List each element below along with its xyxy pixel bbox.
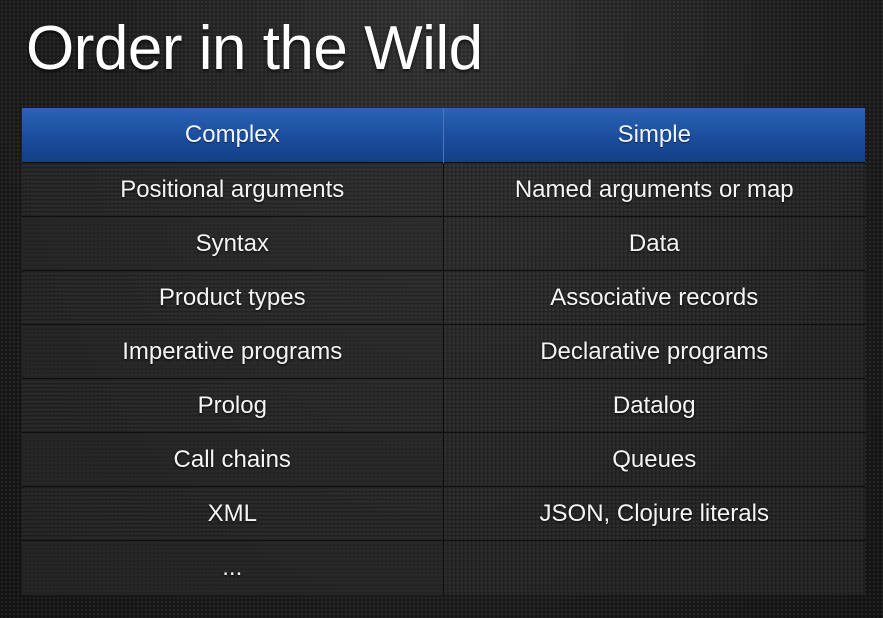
complex-cell: Call chains [22,432,444,487]
complex-cell: Product types [22,270,444,325]
simple-cell: JSON, Clojure literals [443,486,865,541]
simple-cell: Queues [443,432,865,487]
complex-cell: Imperative programs [22,324,444,379]
complex-cell: ... [22,540,444,595]
simple-cell [443,540,865,595]
table-row: Syntax Data [22,216,865,271]
complex-cell: Prolog [22,378,444,433]
simple-cell: Named arguments or map [443,162,865,217]
slide-title: Order in the Wild [26,14,483,83]
simple-cell: Associative records [443,270,865,325]
table-row: Product types Associative records [22,270,865,325]
complex-cell: Syntax [22,216,444,271]
column-header-simple: Simple [443,108,865,163]
table-row: ... [22,540,865,595]
comparison-table: Complex Simple Positional arguments Name… [22,108,865,595]
simple-cell: Datalog [443,378,865,433]
table-row: Prolog Datalog [22,378,865,433]
column-header-complex: Complex [22,108,444,163]
table-row: Positional arguments Named arguments or … [22,162,865,217]
table-row: Imperative programs Declarative programs [22,324,865,379]
simple-cell: Declarative programs [443,324,865,379]
table-row: XML JSON, Clojure literals [22,486,865,541]
table-header-row: Complex Simple [22,108,865,163]
complex-cell: Positional arguments [22,162,444,217]
table-row: Call chains Queues [22,432,865,487]
simple-cell: Data [443,216,865,271]
complex-cell: XML [22,486,444,541]
